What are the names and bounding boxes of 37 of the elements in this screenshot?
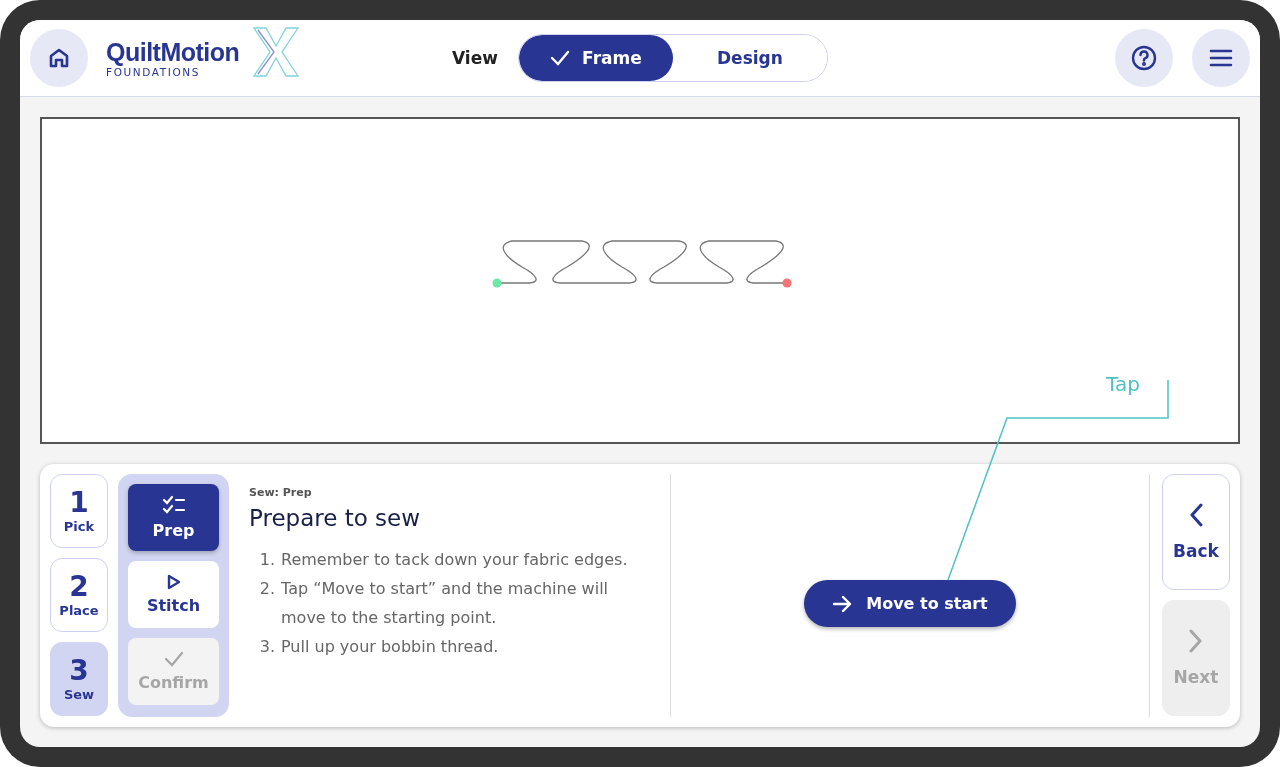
check-icon: [163, 651, 184, 667]
move-to-start-button[interactable]: Move to start: [804, 580, 1016, 627]
list-number: 1.: [258, 549, 275, 571]
tap-label: Tap: [1106, 372, 1140, 396]
checklist-icon: [161, 495, 186, 515]
instruction-text: Tap “Move to start” and the machine will move to the starting point.: [281, 578, 610, 629]
x-logo-icon: [250, 26, 302, 78]
list-number: 2.: [258, 578, 275, 600]
step-label: Sew: [63, 686, 95, 702]
step-label: Place: [59, 602, 99, 618]
substep-button[interactable]: Prep: [128, 484, 219, 551]
instruction-text: Pull up your bobbin thread.: [281, 636, 500, 658]
step-number: 2: [69, 572, 89, 603]
step-number: 3: [69, 656, 89, 687]
arrow-right-icon: [832, 594, 853, 613]
view-label: View: [452, 48, 498, 68]
menu-icon: [1209, 49, 1233, 67]
list-number: 3.: [258, 636, 275, 658]
step-number: 1: [69, 488, 89, 519]
step-title: Prepare to sew: [249, 505, 422, 531]
back-button[interactable]: Back: [1162, 474, 1230, 590]
step-breadcrumb: Sew: Prep: [249, 486, 313, 499]
play-icon: [166, 574, 181, 590]
instruction-text: Remember to tack down your fabric edges.: [281, 549, 629, 571]
step-tab[interactable]: 2 Place: [50, 558, 108, 632]
logo-subtitle: FOUNDATIONS: [106, 66, 200, 78]
chevron-right-icon: [1189, 629, 1203, 653]
home-icon: [48, 47, 70, 69]
step-tab[interactable]: 1 Pick: [50, 474, 108, 548]
check-icon: [550, 50, 571, 66]
chevron-left-icon: [1189, 503, 1203, 527]
help-icon: [1131, 45, 1157, 71]
step-label: Pick: [63, 518, 95, 534]
view-option[interactable]: Frame: [518, 35, 673, 81]
step-tab[interactable]: 3 Sew: [50, 642, 108, 716]
logo-title: QuiltMotion: [106, 38, 240, 67]
substep-button[interactable]: Stitch: [128, 561, 219, 628]
